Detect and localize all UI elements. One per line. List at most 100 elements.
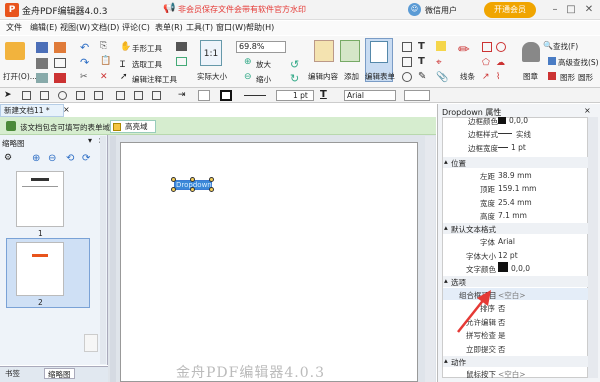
- zoom-in-icon[interactable]: ⊕: [244, 57, 252, 67]
- prop-font-size-value[interactable]: 12 pt: [498, 251, 518, 260]
- redo-icon[interactable]: ↷: [80, 56, 89, 69]
- color-swatch[interactable]: [498, 117, 506, 124]
- copy-pages-icon[interactable]: [84, 334, 98, 352]
- vip-button[interactable]: 开通会员: [484, 2, 536, 18]
- checkbox-icon[interactable]: [402, 57, 412, 67]
- pin-icon[interactable]: ⌖: [436, 57, 442, 68]
- adv-search-button[interactable]: 高级查找(S): [558, 57, 599, 68]
- rect-icon[interactable]: [482, 42, 492, 52]
- prop-top-value[interactable]: 159.1 mm: [498, 184, 536, 193]
- prop-commit-value[interactable]: 否: [498, 344, 506, 355]
- prop-spell-check-value[interactable]: 是: [498, 330, 506, 341]
- print-icon[interactable]: [36, 58, 48, 69]
- user-name[interactable]: 微信用户: [425, 5, 457, 16]
- zoom-in[interactable]: 放大: [256, 59, 271, 70]
- cloud-icon[interactable]: ☁: [496, 58, 505, 68]
- pointer-icon[interactable]: ➚: [120, 72, 128, 82]
- tool-7-icon[interactable]: [134, 91, 143, 100]
- stroke-color[interactable]: [220, 90, 232, 101]
- collapse-icon[interactable]: ▴: [444, 276, 448, 285]
- select-tool[interactable]: 选取工具: [132, 59, 162, 70]
- zoom-out-thumb-icon[interactable]: ⊖: [48, 153, 56, 164]
- align-icon[interactable]: ⇥: [178, 90, 186, 100]
- search-icon[interactable]: 🔍: [543, 41, 553, 50]
- props-scrollbar[interactable]: [588, 117, 598, 378]
- line-tool[interactable]: 线条: [460, 71, 475, 82]
- line-style[interactable]: [244, 95, 266, 96]
- select-text-icon[interactable]: Ɪ: [120, 57, 125, 70]
- select-arrow-icon[interactable]: ➤: [4, 90, 12, 100]
- tab-bookmarks[interactable]: 书签: [2, 368, 23, 379]
- resize-handle[interactable]: [190, 177, 195, 182]
- line-width-select[interactable]: 1 pt: [276, 90, 314, 101]
- copy-icon[interactable]: ⎘: [100, 41, 107, 51]
- text-box-icon[interactable]: T: [418, 56, 425, 67]
- resize-handle[interactable]: [209, 187, 214, 192]
- menu-file[interactable]: 文件: [6, 22, 22, 33]
- shape-tool[interactable]: 图形: [560, 72, 575, 83]
- pdf-page[interactable]: [120, 142, 418, 382]
- zoom-out-icon[interactable]: ⊖: [244, 72, 252, 82]
- ellipse-icon[interactable]: [496, 42, 506, 52]
- actual-size-icon[interactable]: 1:1: [200, 40, 222, 66]
- minimize-icon[interactable]: –: [548, 3, 562, 17]
- prop-border-width-value[interactable]: 1 pt: [511, 143, 526, 152]
- prop-text-color-value[interactable]: 0,0,0: [511, 264, 530, 273]
- prop-sort-value[interactable]: 否: [498, 303, 506, 314]
- stamp-icon[interactable]: [522, 42, 540, 62]
- color-swatch[interactable]: [498, 262, 508, 272]
- save-icon[interactable]: [36, 42, 48, 53]
- collapse-icon[interactable]: ▴: [444, 223, 448, 232]
- prop-allow-edit-value[interactable]: 否: [498, 317, 506, 328]
- edit-content-icon[interactable]: [314, 40, 334, 62]
- menu-document[interactable]: 文档(D): [91, 22, 119, 33]
- pencil-icon[interactable]: ✏: [458, 42, 470, 58]
- snapshot-icon[interactable]: [176, 42, 187, 51]
- rotate-left-icon[interactable]: ↺: [290, 58, 299, 71]
- export-icon[interactable]: [54, 42, 66, 53]
- delete-icon[interactable]: ✕: [100, 72, 108, 82]
- hand-icon[interactable]: ✋: [120, 42, 131, 52]
- user-avatar-icon[interactable]: ☺: [408, 3, 421, 16]
- pdf-icon[interactable]: [54, 73, 66, 83]
- add-icon[interactable]: [340, 40, 360, 62]
- tool-3-icon[interactable]: [58, 91, 67, 100]
- tool-4-icon[interactable]: [76, 91, 85, 100]
- font-size-select[interactable]: [404, 90, 430, 101]
- stamp-tool[interactable]: 图章: [523, 71, 538, 82]
- paste-icon[interactable]: 📋: [100, 56, 111, 66]
- polygon-icon[interactable]: ⬠: [482, 58, 490, 68]
- open-folder-icon[interactable]: [5, 42, 25, 60]
- polyline-icon[interactable]: ⌇: [496, 72, 500, 82]
- edit-form[interactable]: 编辑表单: [365, 71, 395, 82]
- prop-border-color-value[interactable]: 0,0,0: [509, 116, 528, 125]
- text-tool-icon[interactable]: T: [418, 41, 425, 52]
- close-icon[interactable]: ✕: [582, 3, 596, 17]
- prop-width-value[interactable]: 25.4 mm: [498, 198, 532, 207]
- prop-border-style-value[interactable]: 实线: [516, 129, 531, 140]
- text-color-icon[interactable]: T: [320, 89, 327, 100]
- rotate-right-icon[interactable]: ↻: [290, 72, 299, 85]
- resize-handle[interactable]: [190, 187, 195, 192]
- attach-icon[interactable]: 📎: [436, 72, 448, 83]
- undo-icon[interactable]: ↶: [80, 41, 89, 54]
- callout-icon[interactable]: ✎: [418, 71, 426, 82]
- menu-comment[interactable]: 评论(C): [122, 22, 150, 33]
- rotate-thumb-icon[interactable]: ⟲: [66, 153, 74, 164]
- document-tab[interactable]: 新建文档11 *: [0, 104, 64, 117]
- menu-edit[interactable]: 编辑(E): [30, 22, 57, 33]
- resize-handle[interactable]: [171, 177, 176, 182]
- maximize-icon[interactable]: □: [564, 3, 578, 17]
- fill-color[interactable]: [198, 90, 210, 101]
- fit-icon[interactable]: [176, 57, 187, 66]
- resize-handle[interactable]: [171, 187, 176, 192]
- menu-view[interactable]: 视图(W): [60, 22, 90, 33]
- circle-tool[interactable]: 圆形: [578, 72, 593, 83]
- tool-5-icon[interactable]: [94, 91, 103, 100]
- menu-tools[interactable]: 工具(T): [186, 22, 213, 33]
- menu-help[interactable]: 帮助(H): [246, 22, 274, 33]
- menu-window[interactable]: 窗口(W): [216, 22, 246, 33]
- page-2-thumbnail[interactable]: [16, 242, 64, 296]
- rotate-thumb-2-icon[interactable]: ⟳: [82, 153, 90, 164]
- note-icon[interactable]: [436, 41, 446, 51]
